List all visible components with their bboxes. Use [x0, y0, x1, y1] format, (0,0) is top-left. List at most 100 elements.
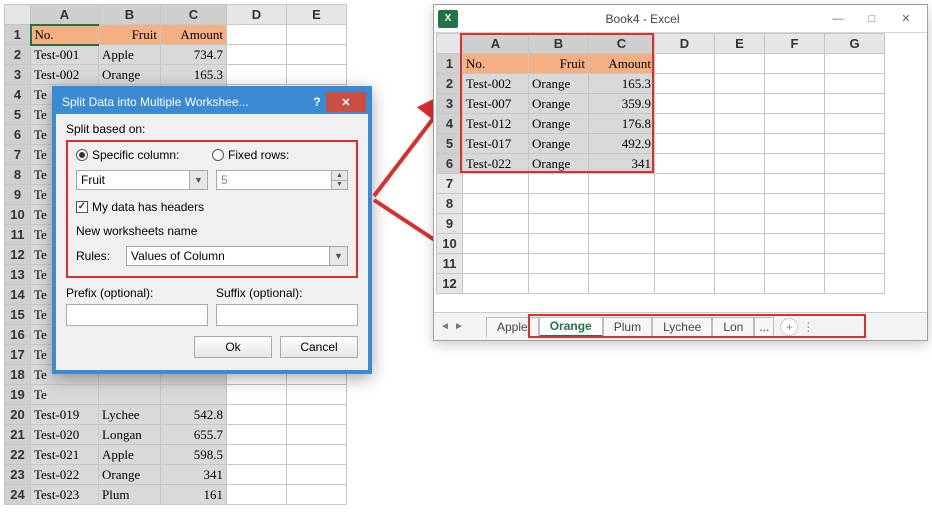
help-button[interactable]: ? — [308, 95, 326, 109]
row-header[interactable]: 11 — [5, 225, 31, 245]
cell[interactable]: Orange — [529, 154, 589, 174]
cell[interactable] — [287, 465, 347, 485]
header-cell-no[interactable]: No. — [463, 54, 529, 74]
cell[interactable]: Lychee — [99, 405, 161, 425]
cell[interactable]: Test-012 — [463, 114, 529, 134]
cell[interactable] — [655, 174, 715, 194]
cell[interactable]: Test-023 — [31, 485, 99, 505]
cell[interactable] — [825, 94, 885, 114]
row-header[interactable]: 8 — [5, 165, 31, 185]
sheet-tab[interactable]: Lychee — [652, 317, 712, 337]
cell[interactable]: Test-017 — [463, 134, 529, 154]
cell[interactable]: 655.7 — [161, 425, 227, 445]
select-all-corner[interactable] — [437, 34, 463, 54]
cell[interactable]: 341 — [589, 154, 655, 174]
cell[interactable] — [227, 405, 287, 425]
row-header[interactable]: 19 — [5, 385, 31, 405]
cell[interactable] — [227, 465, 287, 485]
cell[interactable] — [825, 174, 885, 194]
cell[interactable] — [825, 214, 885, 234]
cell[interactable] — [765, 54, 825, 74]
row-header[interactable]: 12 — [437, 274, 463, 294]
radio-specific-column[interactable] — [76, 149, 88, 161]
cell[interactable] — [765, 214, 825, 234]
header-cell-amount[interactable]: Amount — [161, 25, 227, 45]
cell[interactable]: Orange — [529, 114, 589, 134]
sheet-tab[interactable]: Orange — [539, 317, 603, 337]
cell[interactable]: Plum — [99, 485, 161, 505]
cell[interactable]: Test-021 — [31, 445, 99, 465]
row-header[interactable]: 6 — [437, 154, 463, 174]
row-header[interactable]: 12 — [5, 245, 31, 265]
cell[interactable] — [825, 274, 885, 294]
cell[interactable] — [715, 194, 765, 214]
dialog-titlebar[interactable]: Split Data into Multiple Workshee... ? ✕ — [56, 90, 368, 114]
cell[interactable] — [715, 134, 765, 154]
minimize-button[interactable]: — — [821, 9, 855, 29]
cell[interactable] — [715, 174, 765, 194]
cell[interactable] — [655, 54, 715, 74]
cell[interactable] — [463, 214, 529, 234]
cell[interactable]: Test-002 — [31, 65, 99, 85]
cell[interactable] — [655, 114, 715, 134]
row-header[interactable]: 3 — [5, 65, 31, 85]
ok-button[interactable]: Ok — [194, 336, 272, 358]
row-header[interactable]: 3 — [437, 94, 463, 114]
cell[interactable] — [825, 194, 885, 214]
cell[interactable] — [825, 254, 885, 274]
cell[interactable] — [287, 65, 347, 85]
cell[interactable] — [825, 154, 885, 174]
suffix-input[interactable] — [216, 304, 358, 326]
cell[interactable]: 341 — [161, 465, 227, 485]
cell[interactable]: Orange — [529, 134, 589, 154]
col-header-A[interactable]: A — [463, 34, 529, 54]
cell[interactable] — [227, 445, 287, 465]
row-header[interactable]: 17 — [5, 345, 31, 365]
cell[interactable] — [463, 254, 529, 274]
cell[interactable] — [529, 254, 589, 274]
cell[interactable] — [287, 485, 347, 505]
cell[interactable]: Test-022 — [463, 154, 529, 174]
col-header-C[interactable]: C — [161, 5, 227, 25]
prefix-input[interactable] — [66, 304, 208, 326]
cell[interactable]: 161 — [161, 485, 227, 505]
cell[interactable] — [715, 234, 765, 254]
cell[interactable]: Apple — [99, 45, 161, 65]
cell[interactable] — [287, 25, 347, 45]
cell[interactable] — [227, 45, 287, 65]
tab-overflow-icon[interactable]: ⋮ — [802, 320, 814, 334]
cell[interactable]: Test-001 — [31, 45, 99, 65]
cell[interactable] — [655, 254, 715, 274]
cell[interactable] — [765, 74, 825, 94]
new-sheet-button[interactable]: + — [780, 318, 798, 336]
cell[interactable] — [655, 134, 715, 154]
cell[interactable] — [655, 154, 715, 174]
col-header-G[interactable]: G — [825, 34, 885, 54]
select-all-corner[interactable] — [5, 5, 31, 25]
close-window-button[interactable]: ✕ — [889, 9, 923, 29]
cell[interactable]: Test-020 — [31, 425, 99, 445]
col-header-D[interactable]: D — [655, 34, 715, 54]
row-header[interactable]: 1 — [5, 25, 31, 45]
col-header-A[interactable]: A — [31, 5, 99, 25]
checkbox-has-headers[interactable] — [76, 201, 88, 213]
cell[interactable] — [765, 274, 825, 294]
cell[interactable] — [463, 174, 529, 194]
fixed-rows-input[interactable]: 5 ▲▼ — [216, 170, 348, 190]
column-select[interactable]: Fruit ▼ — [76, 170, 208, 190]
cell[interactable] — [765, 254, 825, 274]
cell[interactable]: 598.5 — [161, 445, 227, 465]
cell[interactable] — [287, 45, 347, 65]
cell[interactable] — [765, 114, 825, 134]
cell[interactable] — [529, 174, 589, 194]
close-button[interactable]: ✕ — [326, 92, 366, 112]
row-header[interactable]: 5 — [5, 105, 31, 125]
cell[interactable] — [765, 94, 825, 114]
cell[interactable] — [715, 274, 765, 294]
cell[interactable] — [463, 234, 529, 254]
header-cell-fruit[interactable]: Fruit — [529, 54, 589, 74]
row-header[interactable]: 10 — [437, 234, 463, 254]
cell[interactable] — [765, 134, 825, 154]
row-header[interactable]: 22 — [5, 445, 31, 465]
cell[interactable] — [715, 154, 765, 174]
